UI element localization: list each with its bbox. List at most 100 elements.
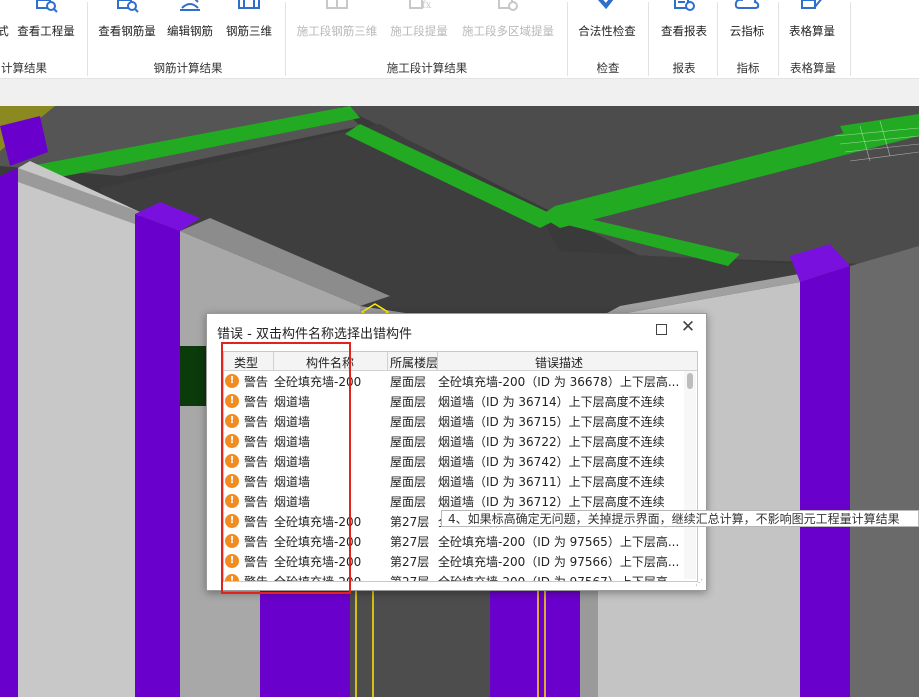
- table-row[interactable]: ! 警告 烟道墙 屋面层 烟道墙（ID 为 36711）上下层高度不连续: [224, 471, 684, 491]
- table-row[interactable]: ! 警告 烟道墙 屋面层 烟道墙（ID 为 36722）上下层高度不连续: [224, 431, 684, 451]
- resize-grip-icon[interactable]: ⋰: [695, 578, 704, 587]
- cell-component-name[interactable]: 烟道墙: [274, 473, 310, 490]
- close-icon[interactable]: ✕: [679, 318, 697, 336]
- ribbon-button-view-report[interactable]: 查看报表: [654, 0, 714, 44]
- column-divider[interactable]: [437, 352, 438, 370]
- cloud-icon: [734, 0, 760, 9]
- warning-icon: !: [225, 374, 239, 388]
- table-row[interactable]: ! 警告 烟道墙 屋面层 烟道墙（ID 为 36714）上下层高度不连续: [224, 391, 684, 411]
- table-row[interactable]: ! 警告 全砼填充墙-200 屋面层 全砼填充墙-200（ID 为 36678）上下层高…: [224, 371, 684, 391]
- ribbon-divider: [717, 2, 718, 76]
- ribbon-button-view-quantity[interactable]: 查看工程量: [14, 0, 78, 44]
- column-divider[interactable]: [387, 352, 388, 370]
- cell-type: 警告: [244, 435, 269, 449]
- ribbon-button-edit-rebar[interactable]: 编辑钢筋: [164, 0, 216, 44]
- cell-type: 警告: [244, 455, 269, 469]
- error-table: 类型 构件名称 所属楼层 错误描述 ! 警告 全砼填充墙-200 屋面层 全砼填充墙-2…: [223, 351, 698, 582]
- check-icon: [597, 0, 614, 10]
- cell-floor: 屋面层: [390, 435, 427, 449]
- cell-description: 全砼填充墙-200（ID 为 97565）上下层高...: [438, 535, 680, 549]
- ribbon-button-label: 查看钢筋量: [98, 24, 156, 38]
- ribbon-button-label: 钢筋三维: [226, 24, 272, 38]
- svg-text:fx: fx: [422, 0, 432, 11]
- edit-rebar-icon: [180, 0, 200, 11]
- ribbon-button-rebar-3d[interactable]: 钢筋三维: [222, 0, 276, 44]
- ribbon-button-formula[interactable]: 式: [0, 0, 14, 44]
- warning-icon: !: [225, 454, 239, 468]
- cell-component-name[interactable]: 烟道墙: [274, 433, 310, 450]
- ribbon-button-label: 表格算量: [789, 24, 835, 38]
- ribbon-button-segment-multi-area[interactable]: 施工段多区域提量: [456, 0, 560, 44]
- scrollbar-thumb[interactable]: [687, 373, 693, 389]
- ribbon-group-label: 施工段计算结果: [386, 61, 468, 75]
- column-divider[interactable]: [273, 352, 274, 370]
- ribbon-button-label: 施工段多区域提量: [462, 24, 554, 38]
- cell-floor: 屋面层: [390, 455, 427, 469]
- cell-description: 烟道墙（ID 为 36715）上下层高度不连续: [438, 415, 665, 429]
- ribbon-button-label: 合法性检查: [578, 24, 636, 38]
- ribbon-button-cloud-index[interactable]: 云指标: [724, 0, 770, 44]
- cell-component-name[interactable]: 全砼填充墙-200: [274, 553, 361, 570]
- cell-floor: 屋面层: [390, 375, 427, 389]
- warning-icon: !: [225, 394, 239, 408]
- cell-type: 警告: [244, 475, 269, 489]
- ribbon-button-label: 施工段钢筋三维: [296, 24, 378, 38]
- warning-icon: !: [225, 474, 239, 488]
- vertical-scrollbar[interactable]: [684, 371, 696, 579]
- ribbon-group-label: 报表: [672, 61, 696, 75]
- hint-tooltip: 4、如果标高确定无问题，关掉提示界面，继续汇总计算，不影响图元工程量计算结果: [441, 510, 919, 527]
- ribbon-button-view-rebar[interactable]: 查看钢筋量: [96, 0, 158, 44]
- cell-type: 警告: [244, 535, 269, 549]
- cell-description: 烟道墙（ID 为 36742）上下层高度不连续: [438, 455, 665, 469]
- ribbon-button-segment-quantity[interactable]: fx 施工段提量: [386, 0, 452, 44]
- cell-type: 警告: [244, 495, 269, 509]
- table-row[interactable]: ! 警告 全砼填充墙-200 第27层 全砼填充墙-200（ID 为 97565）上下层…: [224, 531, 684, 551]
- cell-floor: 屋面层: [390, 395, 427, 409]
- horizontal-scrollbar[interactable]: [224, 573, 684, 581]
- cell-component-name[interactable]: 烟道墙: [274, 493, 310, 510]
- cell-component-name[interactable]: 烟道墙: [274, 393, 310, 410]
- ribbon-button-table-quantity[interactable]: 表格算量: [784, 0, 840, 44]
- column-header-type[interactable]: 类型: [234, 354, 258, 371]
- warning-icon: !: [225, 534, 239, 548]
- ribbon-button-segment-rebar-3d[interactable]: 施工段钢筋三维: [292, 0, 382, 44]
- column-header-description[interactable]: 错误描述: [535, 354, 583, 371]
- ribbon-group-label: 表格算量: [790, 61, 836, 75]
- cell-component-name[interactable]: 全砼填充墙-200: [274, 513, 361, 530]
- cell-floor: 屋面层: [390, 415, 427, 429]
- ribbon-divider: [778, 2, 779, 76]
- cell-component-name[interactable]: 烟道墙: [274, 453, 310, 470]
- cell-type: 警告: [244, 415, 269, 429]
- table-search-icon: [36, 0, 58, 13]
- cell-floor: 第27层: [390, 515, 430, 529]
- table-row[interactable]: ! 警告 烟道墙 屋面层 烟道墙（ID 为 36715）上下层高度不连续: [224, 411, 684, 431]
- column-header-floor[interactable]: 所属楼层: [390, 354, 438, 371]
- ribbon-button-label: 施工段提量: [390, 24, 448, 38]
- maximize-icon[interactable]: [656, 324, 667, 335]
- table-row[interactable]: ! 警告 烟道墙 屋面层 烟道墙（ID 为 36712）上下层高度不连续: [224, 491, 684, 511]
- ribbon-toolbar: 式 查看工程量 计算结果 查看钢筋量 编辑钢筋 钢筋三维 钢筋计算结果 施工段钢…: [0, 0, 919, 78]
- cell-component-name[interactable]: 全砼填充墙-200: [274, 533, 361, 550]
- ribbon-button-label: 查看报表: [661, 24, 707, 38]
- cell-floor: 第27层: [390, 535, 430, 549]
- rebar-table-icon: [117, 0, 139, 13]
- warning-icon: !: [225, 414, 239, 428]
- cell-description: 全砼填充墙-200（ID 为 97566）上下层高...: [438, 555, 680, 569]
- warning-icon: !: [225, 554, 239, 568]
- table-row[interactable]: ! 警告 烟道墙 屋面层 烟道墙（ID 为 36742）上下层高度不连续: [224, 451, 684, 471]
- column-header-name[interactable]: 构件名称: [306, 354, 354, 371]
- report-icon: [674, 0, 695, 11]
- cell-type: 警告: [244, 555, 269, 569]
- ribbon-divider: [87, 2, 88, 76]
- toolbar-strip: [0, 78, 919, 107]
- rebar-3d-icon: [238, 0, 260, 9]
- cell-component-name[interactable]: 烟道墙: [274, 413, 310, 430]
- segment-formula-icon: fx: [409, 0, 432, 11]
- cell-type: 警告: [244, 515, 269, 529]
- ribbon-button-validity-check[interactable]: 合法性检查: [574, 0, 640, 44]
- warning-icon: !: [225, 434, 239, 448]
- warning-icon: !: [225, 494, 239, 508]
- ribbon-divider: [850, 2, 851, 76]
- table-row[interactable]: ! 警告 全砼填充墙-200 第27层 全砼填充墙-200（ID 为 97566）上下层…: [224, 551, 684, 571]
- cell-component-name[interactable]: 全砼填充墙-200: [274, 373, 361, 390]
